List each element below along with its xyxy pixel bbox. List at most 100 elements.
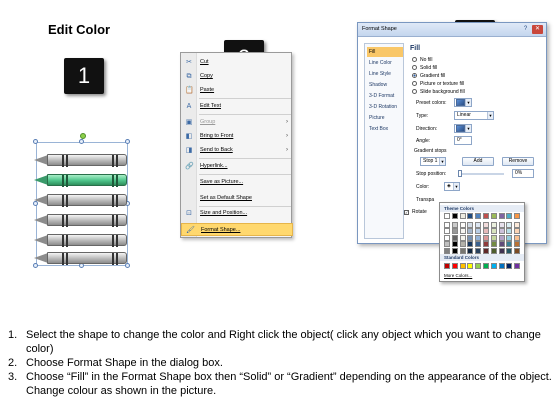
radio-button[interactable] bbox=[412, 81, 417, 86]
color-swatch[interactable] bbox=[490, 263, 497, 269]
color-swatch[interactable] bbox=[475, 213, 482, 219]
crayon-shape[interactable] bbox=[34, 252, 128, 265]
fill-option[interactable]: Slide background fill bbox=[412, 88, 465, 96]
color-swatch[interactable] bbox=[483, 234, 489, 241]
menu-item[interactable]: 📋 Paste bbox=[181, 84, 293, 97]
fill-option[interactable]: Gradient fill bbox=[412, 72, 445, 80]
color-swatch[interactable] bbox=[451, 234, 458, 241]
fill-option[interactable]: Solid fill bbox=[412, 64, 437, 72]
color-swatch[interactable] bbox=[483, 263, 489, 269]
color-swatch[interactable] bbox=[475, 241, 482, 248]
crayon-shapes-selection[interactable] bbox=[30, 132, 134, 272]
color-swatch[interactable] bbox=[514, 213, 521, 219]
color-swatch[interactable] bbox=[444, 221, 450, 228]
color-swatch[interactable] bbox=[444, 213, 450, 219]
color-swatch[interactable] bbox=[467, 221, 474, 228]
color-swatch[interactable] bbox=[483, 241, 489, 248]
menu-item[interactable]: ◨ Send to Back › bbox=[181, 144, 293, 157]
menu-item[interactable]: ✂ Cut bbox=[181, 56, 293, 69]
color-swatch[interactable] bbox=[444, 263, 450, 269]
color-swatch[interactable] bbox=[498, 221, 505, 228]
nav-item[interactable]: Text Box bbox=[367, 124, 403, 134]
color-swatch[interactable] bbox=[451, 221, 458, 228]
menu-item[interactable]: 🖌 Format Shape... bbox=[181, 223, 293, 236]
color-swatch[interactable] bbox=[467, 234, 474, 241]
color-swatch[interactable] bbox=[490, 228, 497, 235]
nav-item[interactable]: Shadow bbox=[367, 80, 403, 90]
menu-item[interactable]: ⧉ Copy bbox=[181, 70, 293, 83]
direction-picker[interactable]: ▼ bbox=[454, 124, 472, 133]
gradient-stop-select[interactable]: Stop 1 ▼ bbox=[420, 157, 446, 166]
color-swatch[interactable] bbox=[498, 241, 505, 248]
color-swatch[interactable] bbox=[483, 228, 489, 235]
color-swatch[interactable] bbox=[459, 234, 466, 241]
color-swatch[interactable] bbox=[514, 241, 521, 248]
color-swatch[interactable] bbox=[506, 263, 513, 269]
crayon-shape[interactable] bbox=[34, 154, 128, 167]
menu-item[interactable]: Set as Default Shape bbox=[181, 192, 293, 205]
color-swatch[interactable] bbox=[475, 221, 482, 228]
preset-colors-picker[interactable]: ▼ bbox=[454, 98, 472, 107]
slider-thumb[interactable] bbox=[458, 170, 462, 177]
color-swatch[interactable] bbox=[467, 263, 474, 269]
add-stop-button[interactable]: Add bbox=[462, 157, 494, 166]
color-swatch[interactable] bbox=[475, 228, 482, 235]
color-swatch[interactable] bbox=[467, 241, 474, 248]
color-swatch[interactable] bbox=[490, 241, 497, 248]
crayon-shape[interactable] bbox=[34, 194, 128, 207]
crayon-shape[interactable] bbox=[34, 214, 128, 227]
color-swatch[interactable] bbox=[451, 263, 458, 269]
color-swatch[interactable] bbox=[506, 221, 513, 228]
color-swatch[interactable] bbox=[514, 228, 521, 235]
color-swatch[interactable] bbox=[498, 213, 505, 219]
remove-stop-button[interactable]: Remove bbox=[502, 157, 534, 166]
menu-item[interactable]: ◧ Bring to Front › bbox=[181, 130, 293, 143]
menu-item[interactable]: A Edit Text bbox=[181, 100, 293, 113]
color-swatch[interactable] bbox=[514, 234, 521, 241]
color-swatch[interactable] bbox=[514, 221, 521, 228]
color-swatch[interactable] bbox=[475, 263, 482, 269]
color-swatch[interactable] bbox=[483, 221, 489, 228]
radio-button[interactable] bbox=[412, 73, 417, 78]
stop-position-slider[interactable] bbox=[458, 173, 504, 175]
color-swatch[interactable] bbox=[506, 213, 513, 219]
color-swatch[interactable] bbox=[490, 234, 497, 241]
color-swatch[interactable] bbox=[506, 234, 513, 241]
resize-handle[interactable] bbox=[79, 139, 84, 144]
color-swatch[interactable] bbox=[514, 263, 521, 269]
color-swatch[interactable] bbox=[451, 228, 458, 235]
angle-input[interactable]: 0° bbox=[454, 136, 472, 145]
nav-item[interactable]: Line Color bbox=[367, 58, 403, 68]
nav-item[interactable]: 3-D Format bbox=[367, 91, 403, 101]
rotate-checkbox[interactable]: ✓ bbox=[404, 210, 409, 215]
nav-item[interactable]: Picture bbox=[367, 113, 403, 123]
color-swatch[interactable] bbox=[506, 228, 513, 235]
crayon-shape-selected[interactable] bbox=[34, 174, 128, 187]
color-picker-button[interactable]: ◈ ▼ bbox=[444, 182, 460, 191]
more-colors-link[interactable]: More Colors... bbox=[444, 273, 472, 278]
color-swatch[interactable] bbox=[467, 213, 474, 219]
color-swatch[interactable] bbox=[451, 213, 458, 219]
nav-item[interactable]: Fill bbox=[367, 47, 403, 57]
color-swatch[interactable] bbox=[459, 213, 466, 219]
resize-handle[interactable] bbox=[33, 139, 38, 144]
color-swatch[interactable] bbox=[451, 241, 458, 248]
color-swatch[interactable] bbox=[467, 228, 474, 235]
color-swatch[interactable] bbox=[490, 213, 497, 219]
radio-button[interactable] bbox=[412, 65, 417, 70]
resize-handle[interactable] bbox=[125, 139, 130, 144]
fill-option[interactable]: Picture or texture fill bbox=[412, 80, 464, 88]
type-select[interactable]: Linear ▼ bbox=[454, 111, 494, 120]
color-swatch[interactable] bbox=[506, 241, 513, 248]
radio-button[interactable] bbox=[412, 57, 417, 62]
color-swatch[interactable] bbox=[498, 228, 505, 235]
color-swatch[interactable] bbox=[459, 263, 466, 269]
nav-item[interactable]: Line Style bbox=[367, 69, 403, 79]
radio-button[interactable] bbox=[412, 89, 417, 94]
help-icon[interactable]: ? bbox=[521, 25, 530, 34]
color-swatch[interactable] bbox=[444, 228, 450, 235]
color-swatch[interactable] bbox=[498, 234, 505, 241]
crayon-shape[interactable] bbox=[34, 234, 128, 247]
menu-item[interactable]: Save as Picture... bbox=[181, 176, 293, 189]
menu-item[interactable]: 🔗 Hyperlink... bbox=[181, 160, 293, 173]
